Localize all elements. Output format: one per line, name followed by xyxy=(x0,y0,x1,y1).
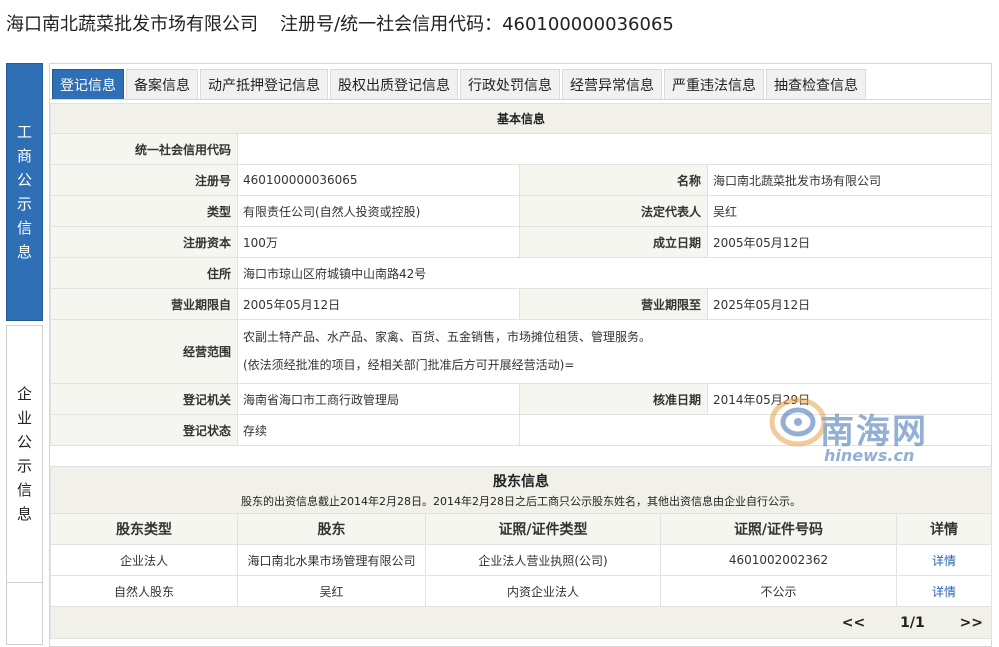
approved-label: 核准日期 xyxy=(519,383,708,415)
rail-tab-qiye[interactable]: 企 业 公 示 信 息 xyxy=(6,325,43,583)
main-panel: 登记信息 备案信息 动产抵押登记信息 股权出质登记信息 行政处罚信息 经营异常信… xyxy=(49,63,993,647)
scope-line-2: (依法须经批准的项目，经相关部门批准后方可开展经营活动)= xyxy=(243,358,575,372)
col-holder: 股东 xyxy=(237,513,426,545)
term-from-value: 2005年05月12日 xyxy=(237,288,520,320)
name-value: 海口南北蔬菜批发市场有限公司 xyxy=(706,164,993,196)
tab-registration[interactable]: 登记信息 xyxy=(52,69,124,99)
scope-value: 农副土特产品、水产品、家禽、百货、五金销售，市场摊位租赁、管理服务。 (依法须经… xyxy=(236,319,993,384)
capital-value: 100万 xyxy=(237,226,520,258)
holder-type-cell: 自然人股东 xyxy=(50,575,238,607)
holder-type-cell: 企业法人 xyxy=(50,544,238,576)
holder-cell: 吴红 xyxy=(237,575,426,607)
company-title: 海口南北蔬菜批发市场有限公司 xyxy=(6,14,258,35)
scope-label: 经营范围 xyxy=(50,319,238,384)
reg-no-label: 注册号 xyxy=(50,164,238,196)
tab-penalty[interactable]: 行政处罚信息 xyxy=(460,69,560,99)
tab-abnormal[interactable]: 经营异常信息 xyxy=(562,69,662,99)
shareholder-note: 股东的出资信息截止2014年2月28日。2014年2月28日之后工商只公示股东姓… xyxy=(241,495,802,508)
term-from-label: 营业期限自 xyxy=(50,288,238,320)
term-to-label: 营业期限至 xyxy=(519,288,708,320)
cert-type-cell: 企业法人营业执照(公司) xyxy=(425,544,661,576)
reg-no-title: 注册号/统一社会信用代码：460100000036065 xyxy=(280,14,674,35)
shareholder-header: 股东信息 股东的出资信息截止2014年2月28日。2014年2月28日之后工商只… xyxy=(49,466,993,514)
type-value: 有限责任公司(自然人投资或控股) xyxy=(237,195,520,227)
shareholder-table: 股东信息 股东的出资信息截止2014年2月28日。2014年2月28日之后工商只… xyxy=(49,466,993,639)
founded-label: 成立日期 xyxy=(519,226,708,258)
approved-value: 2014年05月29日 xyxy=(706,383,993,415)
next-page-button[interactable]: >> xyxy=(960,615,983,631)
cert-type-cell: 内资企业法人 xyxy=(425,575,661,607)
term-to-value: 2025年05月12日 xyxy=(706,288,993,320)
type-label: 类型 xyxy=(50,195,238,227)
tab-equity-pledge[interactable]: 股权出质登记信息 xyxy=(330,69,458,99)
holder-cell: 海口南北水果市场管理有限公司 xyxy=(237,544,426,576)
page-title: 海口南北蔬菜批发市场有限公司 注册号/统一社会信用代码：4601000000360… xyxy=(6,10,674,36)
pager: << 1/1 >> xyxy=(49,606,993,639)
col-cert-type: 证照/证件类型 xyxy=(425,513,661,545)
basic-info-title: 基本信息 xyxy=(49,103,993,134)
col-detail: 详情 xyxy=(895,513,993,545)
tab-filing[interactable]: 备案信息 xyxy=(126,69,198,99)
legal-rep-value: 吴红 xyxy=(706,195,993,227)
credit-code-value xyxy=(236,133,993,165)
col-cert-no: 证照/证件号码 xyxy=(660,513,897,545)
basic-info-table: 基本信息 统一社会信用代码 注册号 460100000036065 名称 海口南… xyxy=(49,103,993,446)
reg-no-value: 460100000036065 xyxy=(237,164,520,196)
authority-value: 海南省海口市工商行政管理局 xyxy=(237,383,520,415)
prev-page-button[interactable]: << xyxy=(842,615,865,631)
capital-label: 注册资本 xyxy=(50,226,238,258)
rail-tab-gongshang[interactable]: 工 商 公 示 信 息 xyxy=(6,63,43,321)
status-filler xyxy=(518,414,993,446)
detail-link[interactable]: 详情 xyxy=(895,544,993,576)
shareholder-title: 股东信息 xyxy=(493,474,550,490)
status-value: 存续 xyxy=(237,414,520,446)
col-holder-type: 股东类型 xyxy=(50,513,238,545)
left-rail: 工 商 公 示 信 息 企 业 公 示 信 息 xyxy=(6,63,43,647)
table-row: 自然人股东 吴红 内资企业法人 不公示 详情 xyxy=(50,575,993,607)
detail-link[interactable]: 详情 xyxy=(895,575,993,607)
legal-rep-label: 法定代表人 xyxy=(519,195,708,227)
status-label: 登记状态 xyxy=(50,414,238,446)
authority-label: 登记机关 xyxy=(50,383,238,415)
founded-value: 2005年05月12日 xyxy=(706,226,993,258)
tab-violation[interactable]: 严重违法信息 xyxy=(664,69,764,99)
rail-spacer xyxy=(6,583,43,645)
page-indicator: 1/1 xyxy=(900,614,925,631)
tab-bar: 登记信息 备案信息 动产抵押登记信息 股权出质登记信息 行政处罚信息 经营异常信… xyxy=(50,64,991,100)
credit-code-label: 统一社会信用代码 xyxy=(50,133,238,165)
name-label: 名称 xyxy=(519,164,708,196)
tab-chattel-mortgage[interactable]: 动产抵押登记信息 xyxy=(200,69,328,99)
tab-inspection[interactable]: 抽查检查信息 xyxy=(766,69,866,99)
cert-no-cell: 4601002002362 xyxy=(660,544,897,576)
table-row: 企业法人 海口南北水果市场管理有限公司 企业法人营业执照(公司) 4601002… xyxy=(50,544,993,576)
scope-line-1: 农副土特产品、水产品、家禽、百货、五金销售，市场摊位租赁、管理服务。 xyxy=(243,330,652,344)
address-label: 住所 xyxy=(50,257,238,289)
address-value: 海口市琼山区府城镇中山南路42号 xyxy=(236,257,993,289)
cert-no-cell: 不公示 xyxy=(660,575,897,607)
